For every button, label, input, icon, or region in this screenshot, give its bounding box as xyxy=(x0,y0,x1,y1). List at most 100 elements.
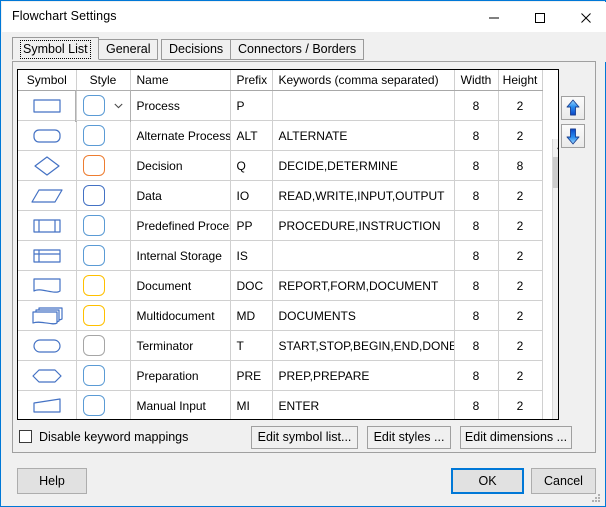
cell-style[interactable] xyxy=(76,150,131,181)
move-row-up-button[interactable] xyxy=(561,96,585,120)
cell-width[interactable]: 8 xyxy=(454,210,499,241)
table-row[interactable]: Data IO READ,WRITE,INPUT,OUTPUT 8 2 xyxy=(18,180,543,211)
table-row[interactable]: Document DOC REPORT,FORM,DOCUMENT 8 2 xyxy=(18,270,543,301)
cell-prefix[interactable]: T xyxy=(230,330,273,361)
cell-name[interactable]: Multidocument xyxy=(130,300,231,331)
cell-symbol[interactable] xyxy=(18,360,77,391)
cell-width[interactable]: 8 xyxy=(454,240,499,271)
cell-height[interactable]: 2 xyxy=(498,240,543,271)
cell-height[interactable]: 2 xyxy=(498,330,543,361)
cell-prefix[interactable]: ALT xyxy=(230,120,273,151)
cell-prefix[interactable]: PP xyxy=(230,210,273,241)
cell-style[interactable] xyxy=(76,120,131,151)
table-row[interactable]: Preparation PRE PREP,PREPARE 8 2 xyxy=(18,360,543,391)
cell-prefix[interactable]: PRE xyxy=(230,360,273,391)
cell-name[interactable]: Process xyxy=(130,90,231,121)
cell-width[interactable]: 8 xyxy=(454,300,499,331)
cell-prefix[interactable]: DOC xyxy=(230,270,273,301)
table-row[interactable]: Internal Storage IS 8 2 xyxy=(18,240,543,271)
cell-symbol[interactable] xyxy=(18,150,77,181)
cell-width[interactable]: 8 xyxy=(454,360,499,391)
tab-decisions[interactable]: Decisions xyxy=(161,39,232,60)
minimize-button[interactable] xyxy=(471,3,517,32)
cancel-button[interactable]: Cancel xyxy=(531,468,596,494)
cell-name[interactable]: Preparation xyxy=(130,360,231,391)
table-row[interactable]: Manual Input MI ENTER 8 2 xyxy=(18,390,543,419)
cell-prefix[interactable]: P xyxy=(230,90,273,121)
disable-keyword-mappings-checkbox[interactable] xyxy=(19,430,32,444)
scrollbar-thumb[interactable] xyxy=(553,157,558,188)
cell-height[interactable]: 2 xyxy=(498,210,543,241)
cell-symbol[interactable] xyxy=(18,270,77,301)
cell-width[interactable]: 8 xyxy=(454,90,499,121)
cell-keywords[interactable]: PROCEDURE,INSTRUCTION xyxy=(272,210,455,241)
cell-style[interactable] xyxy=(76,300,131,331)
cell-keywords[interactable]: ENTER xyxy=(272,390,455,419)
resize-gripper-icon[interactable] xyxy=(590,492,602,504)
scroll-up-button[interactable] xyxy=(553,139,558,156)
cell-keywords[interactable] xyxy=(272,240,455,271)
cell-prefix[interactable]: MD xyxy=(230,300,273,331)
cell-name[interactable]: Decision xyxy=(130,150,231,181)
maximize-button[interactable] xyxy=(517,3,563,32)
ok-button[interactable]: OK xyxy=(451,468,524,494)
cell-name[interactable]: Predefined Process xyxy=(130,210,231,241)
cell-keywords[interactable]: DOCUMENTS xyxy=(272,300,455,331)
cell-height[interactable]: 2 xyxy=(498,270,543,301)
cell-keywords[interactable]: START,STOP,BEGIN,END,DONE xyxy=(272,330,455,361)
cell-symbol[interactable] xyxy=(18,390,77,419)
cell-height[interactable]: 2 xyxy=(498,360,543,391)
column-header-keywords[interactable]: Keywords (comma separated) xyxy=(272,70,455,91)
cell-width[interactable]: 8 xyxy=(454,390,499,419)
column-header-width[interactable]: Width xyxy=(454,70,499,91)
column-header-name[interactable]: Name xyxy=(130,70,231,91)
cell-keywords[interactable]: REPORT,FORM,DOCUMENT xyxy=(272,270,455,301)
cell-width[interactable]: 8 xyxy=(454,180,499,211)
cell-name[interactable]: Alternate Process xyxy=(130,120,231,151)
edit-dimensions-button[interactable]: Edit dimensions ... xyxy=(460,426,572,449)
cell-style[interactable] xyxy=(76,180,131,211)
edit-styles-button[interactable]: Edit styles ... xyxy=(367,426,451,449)
symbol-list-grid[interactable]: Symbol Style Name Prefix Keywords (comma… xyxy=(17,69,559,420)
cell-symbol[interactable] xyxy=(18,210,77,241)
cell-width[interactable]: 8 xyxy=(454,270,499,301)
cell-prefix[interactable]: IO xyxy=(230,180,273,211)
move-row-down-button[interactable] xyxy=(561,124,585,148)
cell-height[interactable]: 2 xyxy=(498,180,543,211)
cell-name[interactable]: Data xyxy=(130,180,231,211)
edit-symbol-list-button[interactable]: Edit symbol list... xyxy=(251,426,358,449)
column-header-height[interactable]: Height xyxy=(498,70,543,91)
cell-keywords[interactable]: ALTERNATE xyxy=(272,120,455,151)
table-row[interactable]: Terminator T START,STOP,BEGIN,END,DONE 8 2 xyxy=(18,330,543,361)
cell-width[interactable]: 8 xyxy=(454,150,499,181)
table-row[interactable]: Decision Q DECIDE,DETERMINE 8 8 xyxy=(18,150,543,181)
close-button[interactable] xyxy=(563,3,606,32)
cell-height[interactable]: 2 xyxy=(498,300,543,331)
table-row[interactable]: Predefined ProcessPPPROCEDURE,INSTRUCTIO… xyxy=(18,210,543,241)
cell-style[interactable] xyxy=(76,270,131,301)
table-row[interactable]: Alternate Process ALT ALTERNATE 8 2 xyxy=(18,120,543,151)
help-button[interactable]: Help xyxy=(17,468,87,494)
cell-prefix[interactable]: MI xyxy=(230,390,273,419)
cell-keywords[interactable]: READ,WRITE,INPUT,OUTPUT xyxy=(272,180,455,211)
cell-keywords[interactable]: PREP,PREPARE xyxy=(272,360,455,391)
disable-keyword-mappings-row[interactable]: Disable keyword mappings xyxy=(19,429,188,447)
cell-width[interactable]: 8 xyxy=(454,330,499,361)
cell-symbol[interactable] xyxy=(18,240,77,271)
cell-height[interactable]: 2 xyxy=(498,120,543,151)
table-row[interactable]: Process P 8 2 xyxy=(18,89,543,122)
cell-style[interactable] xyxy=(75,89,131,122)
tab-symbol-list[interactable]: Symbol List xyxy=(12,37,99,60)
column-header-symbol[interactable]: Symbol xyxy=(18,70,77,91)
cell-height[interactable]: 2 xyxy=(498,90,543,121)
cell-style[interactable] xyxy=(76,390,131,419)
cell-symbol[interactable] xyxy=(18,90,77,121)
cell-style[interactable] xyxy=(76,240,131,271)
cell-symbol[interactable] xyxy=(18,120,77,151)
cell-keywords[interactable]: DECIDE,DETERMINE xyxy=(272,150,455,181)
cell-prefix[interactable]: Q xyxy=(230,150,273,181)
cell-name[interactable]: Manual Input xyxy=(130,390,231,419)
column-header-style[interactable]: Style xyxy=(76,70,131,91)
tab-connectors-borders[interactable]: Connectors / Borders xyxy=(230,39,365,60)
cell-height[interactable]: 2 xyxy=(498,390,543,419)
